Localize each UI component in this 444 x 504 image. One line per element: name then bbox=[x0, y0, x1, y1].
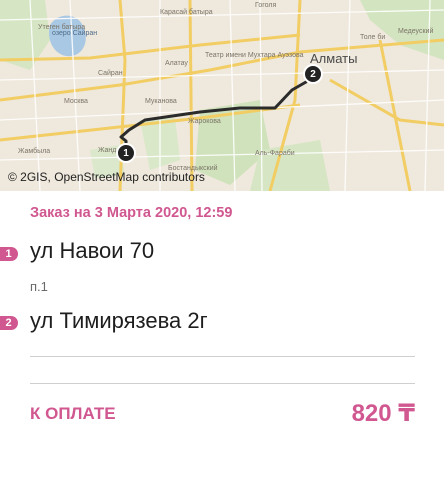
map-label: Сайран bbox=[98, 70, 123, 77]
map-label: Муканова bbox=[145, 98, 177, 105]
order-details-screen: Карасай батыра Гоголя Толе би Театр имен… bbox=[0, 0, 444, 504]
map-label: Толе би bbox=[360, 34, 386, 41]
payment-amount: 820 ₸ bbox=[351, 400, 415, 427]
map-city-label: Алматы bbox=[310, 51, 358, 66]
map-label: Медеуский bbox=[398, 28, 434, 35]
divider bbox=[30, 356, 415, 357]
map-label: Карасай батыра bbox=[160, 9, 213, 16]
route-map[interactable]: Карасай батыра Гоголя Толе би Театр имен… bbox=[0, 0, 444, 191]
map-attribution[interactable]: © 2GIS, OpenStreetMap contributors bbox=[8, 170, 205, 184]
stop-address-2: ул Тимирязева 2г bbox=[30, 308, 208, 333]
divider bbox=[30, 383, 415, 384]
order-title: Заказ на 3 Марта 2020, 12:59 bbox=[30, 205, 233, 221]
route-end-marker[interactable]: 2 bbox=[303, 64, 323, 84]
map-lake-label: озеро Сайран bbox=[52, 30, 98, 37]
map-label: Гоголя bbox=[255, 2, 277, 9]
map-label: Аль-Фараби bbox=[255, 150, 295, 157]
stop-badge-2: 2 bbox=[0, 316, 18, 330]
stop-badge-1: 1 bbox=[0, 247, 18, 261]
map-label: Театр имени Мухтара Ауэзова bbox=[205, 52, 304, 59]
map-label: Жамбыла bbox=[18, 148, 51, 155]
map-label: Москва bbox=[64, 98, 88, 105]
payment-label: К ОПЛАТЕ bbox=[30, 404, 116, 423]
map-label: Алатау bbox=[165, 60, 188, 67]
route-start-marker[interactable]: 1 bbox=[116, 143, 136, 163]
stop-address-1: ул Навои 70 bbox=[30, 238, 155, 263]
stop-detail-1: п.1 bbox=[30, 279, 48, 294]
map-label: Жарокова bbox=[188, 118, 221, 125]
